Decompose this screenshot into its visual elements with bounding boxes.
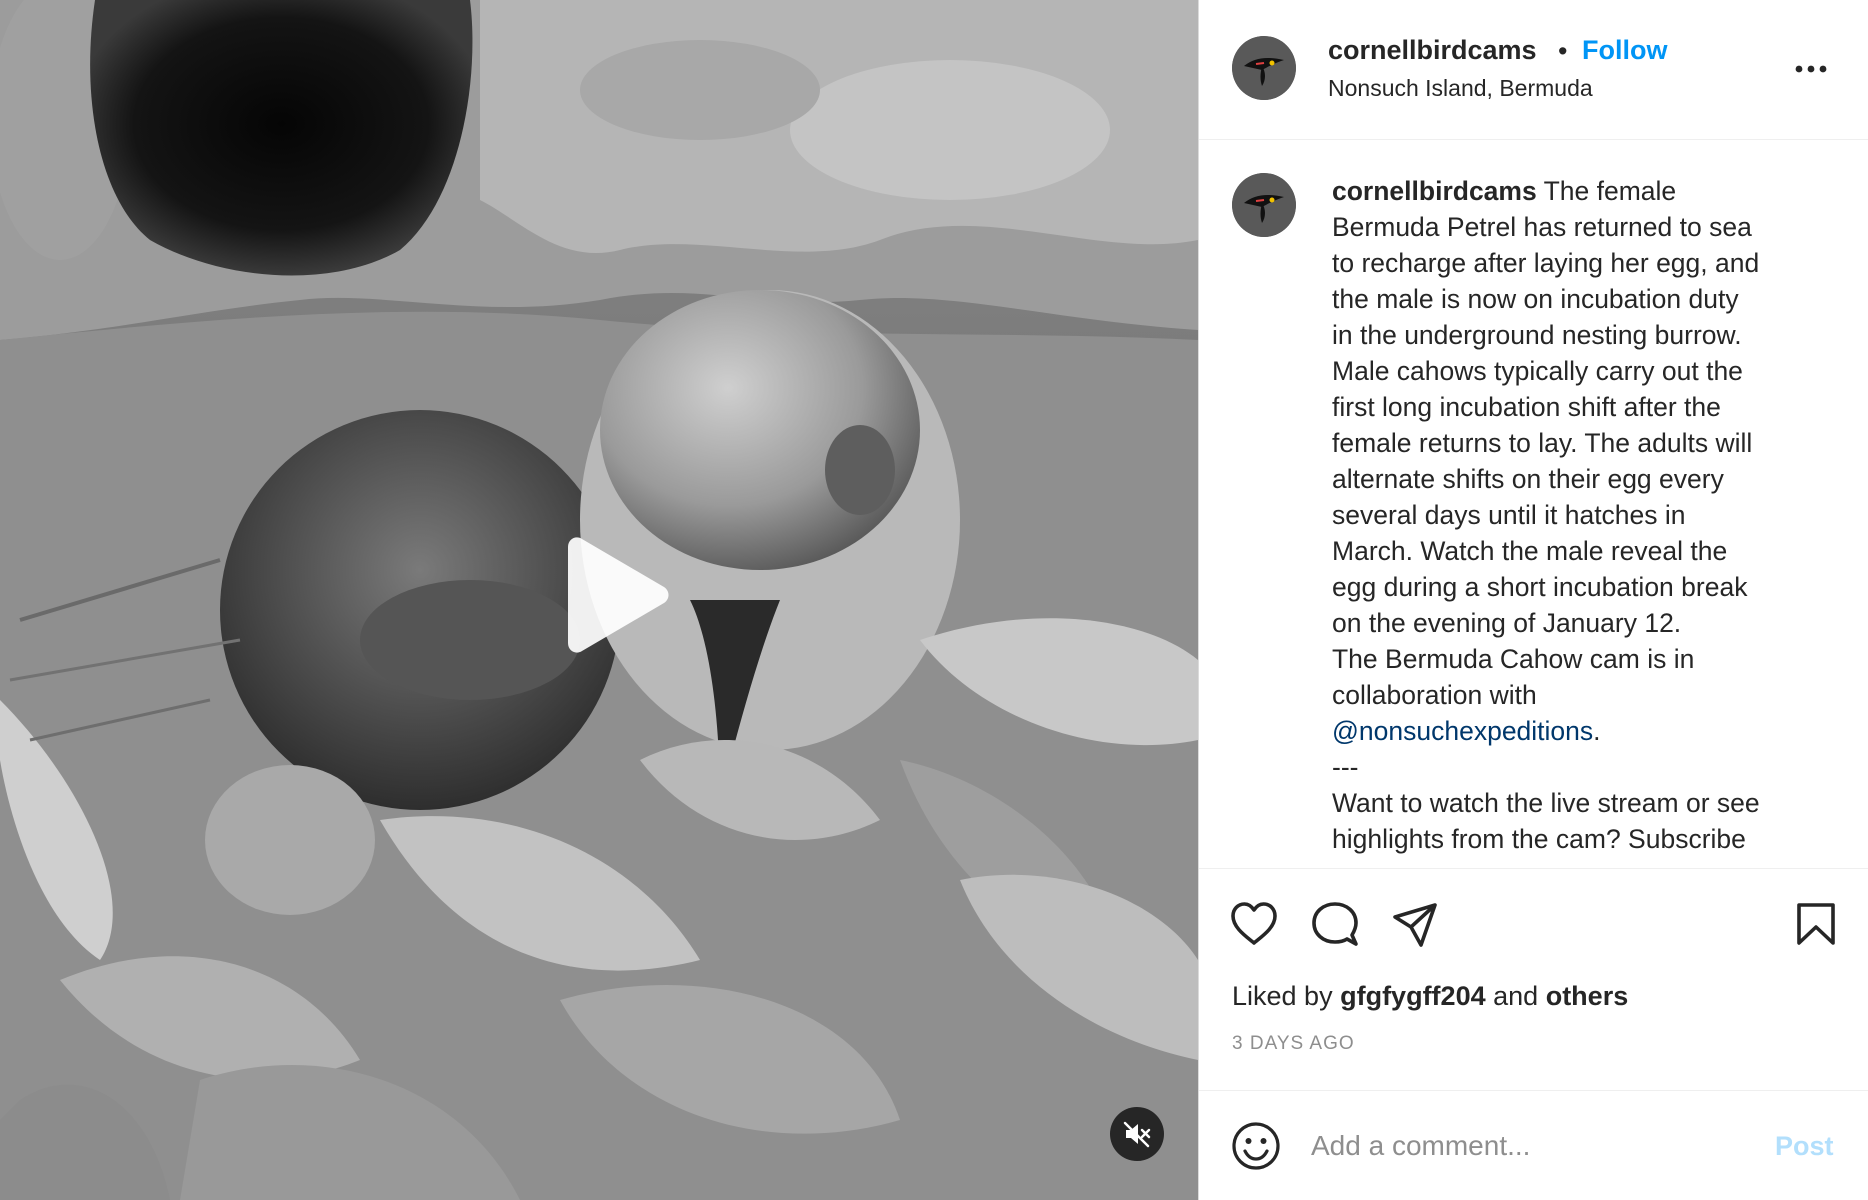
caption-line: on the evening of January 12. [1332,608,1682,638]
post-actions: Liked by gfgfygff204 and others 3 DAYS A… [1199,868,1868,1090]
caption-line: first long incubation shift after the [1332,392,1721,422]
caption-line: to recharge after laying her egg, and [1332,248,1760,278]
caption-line: in the underground nesting burrow. [1332,320,1742,350]
caption-line: Bermuda Petrel has returned to sea [1332,212,1752,242]
save-button[interactable] [1795,901,1837,952]
caption-line: female returns to lay. The adults will [1332,428,1753,458]
mention-suffix: . [1593,716,1601,746]
bookmark-icon [1797,903,1835,945]
liked-by-user-link[interactable]: gfgfygff204 [1340,981,1486,1011]
speaker-muted-icon [1123,1121,1151,1148]
separator-dot: • [1558,36,1568,66]
emoji-button[interactable] [1231,1121,1281,1176]
play-icon [568,537,669,653]
bird-logo-icon [1232,36,1296,100]
caption-line: Want to watch the live stream or see [1332,788,1760,818]
post-caption: cornellbirdcams The female Bermuda Petre… [1332,173,1812,857]
caption-line: the male is now on incubation duty [1332,284,1739,314]
heart-icon [1231,902,1277,945]
post-video[interactable] [0,0,1198,1200]
caption-line: highlights from the cam? Subscribe [1332,824,1746,854]
post-panel: cornellbirdcams • Follow Nonsuch Island,… [1198,0,1868,1200]
caption-line: collaboration with [1332,680,1537,710]
avatar[interactable] [1232,36,1296,100]
liked-by-prefix: Liked by [1232,981,1333,1011]
emoji-icon [1232,1122,1280,1170]
comment-icon [1312,902,1358,946]
more-options-button[interactable] [1789,52,1833,82]
comment-input[interactable] [1311,1121,1751,1171]
post-location[interactable]: Nonsuch Island, Bermuda [1328,75,1593,102]
caption-line: The Bermuda Cahow cam is in [1332,644,1695,674]
share-button[interactable] [1391,901,1439,954]
caption-line: Male cahows typically carry out the [1332,356,1743,386]
comment-button[interactable] [1311,901,1359,954]
caption-avatar[interactable] [1232,173,1296,237]
bird-logo-icon [1232,173,1296,237]
post-timestamp[interactable]: 3 DAYS AGO [1232,1033,1355,1055]
caption-line: alternate shifts on their egg every [1332,464,1724,494]
caption-line: The female [1543,176,1677,206]
caption-line: March. Watch the male reveal the [1332,536,1728,566]
follow-button[interactable]: Follow [1582,35,1667,66]
add-comment-form: Post [1199,1090,1868,1200]
mute-toggle-button[interactable] [1110,1107,1164,1161]
like-button[interactable] [1229,901,1279,952]
caption-divider: --- [1332,752,1359,782]
more-options-icon [1795,65,1827,73]
mention-link[interactable]: @nonsuchexpeditions [1332,716,1593,746]
likes-summary: Liked by gfgfygff204 and others [1232,981,1628,1012]
post-author-username[interactable]: cornellbirdcams [1328,35,1537,66]
caption-username[interactable]: cornellbirdcams [1332,176,1537,206]
comments-section[interactable]: cornellbirdcams The female Bermuda Petre… [1199,141,1868,868]
caption-line: several days until it hatches in [1332,500,1686,530]
liked-by-and: and [1493,981,1539,1011]
caption-line: egg during a short incubation break [1332,572,1748,602]
post-comment-button[interactable]: Post [1775,1131,1834,1162]
play-button[interactable] [540,525,680,665]
post-header: cornellbirdcams • Follow Nonsuch Island,… [1199,0,1868,140]
share-icon [1393,903,1437,947]
liked-by-others-link[interactable]: others [1546,981,1629,1011]
